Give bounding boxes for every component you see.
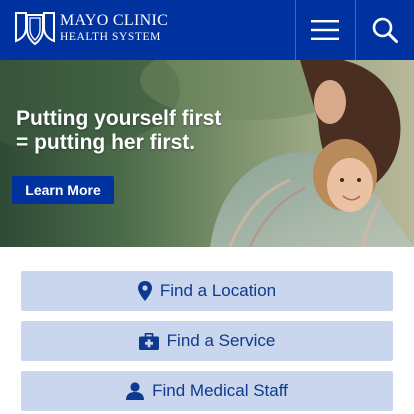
find-service-button[interactable]: Find a Service — [21, 321, 393, 361]
hero-banner: Putting yourself first = putting her fir… — [0, 60, 414, 247]
medical-kit-icon — [138, 332, 159, 350]
search-icon — [372, 17, 398, 43]
person-icon — [126, 382, 145, 400]
find-medical-staff-button[interactable]: Find Medical Staff — [21, 371, 393, 411]
search-button[interactable] — [356, 0, 414, 60]
hero-headline-line-1: Putting yourself first — [16, 107, 222, 130]
shields-logo-icon — [15, 12, 55, 46]
brand-name: MAYO CLINIC HEALTH SYSTEM — [60, 11, 169, 44]
brand-line-2: HEALTH SYSTEM — [60, 30, 161, 43]
find-location-label: Find a Location — [159, 281, 277, 300]
hamburger-menu-icon — [311, 20, 339, 40]
learn-more-button[interactable]: Learn More — [12, 176, 114, 204]
site-header: MAYO CLINIC HEALTH SYSTEM — [0, 0, 414, 60]
brand-line-1: MAYO CLINIC — [60, 11, 169, 29]
hero-headline: Putting yourself first = putting her fir… — [16, 107, 221, 155]
find-location-button[interactable]: Find a Location — [21, 271, 393, 311]
mayo-clinic-logo[interactable]: MAYO CLINIC HEALTH SYSTEM — [14, 10, 168, 46]
menu-button[interactable] — [296, 0, 354, 60]
find-medical-staff-label: Find Medical Staff — [152, 381, 288, 400]
hero-headline-line-2: = putting her first. — [16, 131, 196, 154]
location-pin-icon — [137, 281, 152, 301]
find-service-label: Find a Service — [166, 331, 276, 350]
